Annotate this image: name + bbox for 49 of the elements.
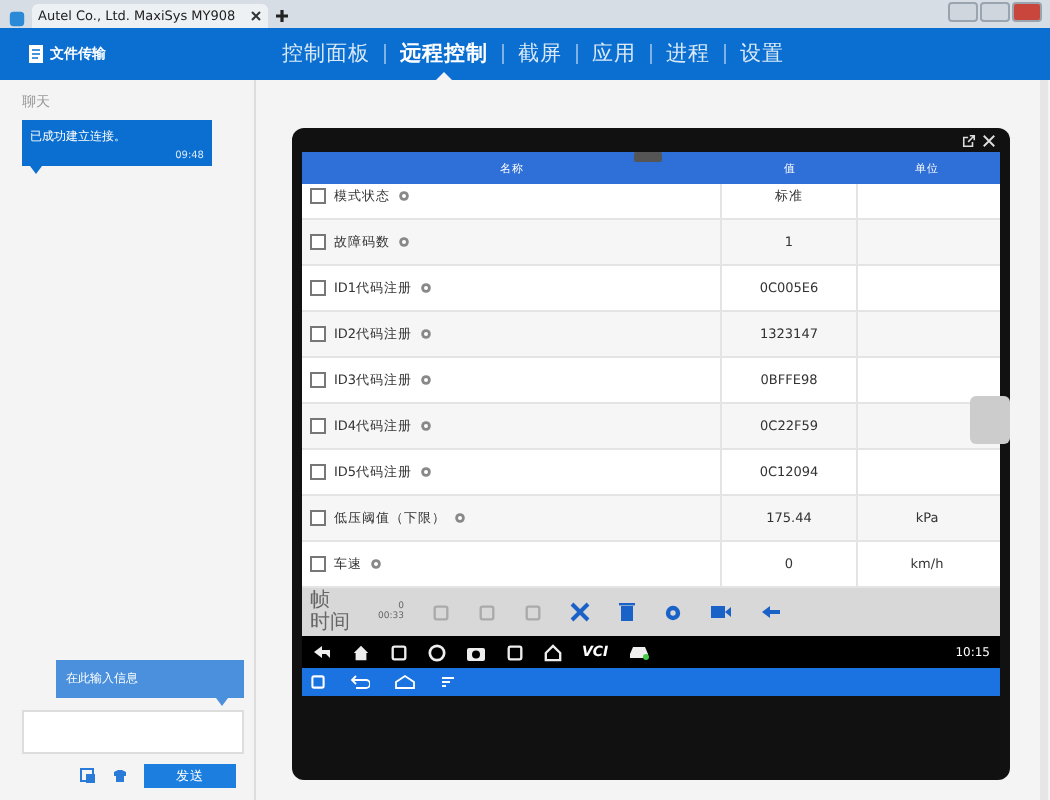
- nav-tab[interactable]: 截屏: [504, 28, 576, 80]
- message-input[interactable]: [22, 710, 244, 754]
- checkbox[interactable]: [310, 188, 326, 204]
- home-icon[interactable]: [352, 643, 370, 661]
- frame-label: 帧: [310, 590, 332, 612]
- checkbox[interactable]: [310, 372, 326, 388]
- drag-handle[interactable]: [634, 152, 662, 162]
- back-arrow-icon[interactable]: [759, 604, 782, 620]
- checkbox[interactable]: [310, 234, 326, 250]
- nav-tab[interactable]: 设置: [726, 28, 798, 80]
- nav-tab[interactable]: 控制面板: [268, 28, 384, 80]
- gear-icon[interactable]: [420, 282, 433, 294]
- app-icon: [8, 10, 26, 28]
- document-icon: [28, 44, 44, 64]
- gear-icon[interactable]: [420, 328, 433, 340]
- gear-icon[interactable]: [370, 558, 382, 570]
- gear-icon[interactable]: [663, 603, 682, 621]
- checkbox[interactable]: [310, 418, 326, 434]
- tools-icon[interactable]: [569, 602, 590, 622]
- checkbox[interactable]: [310, 464, 326, 480]
- back-icon[interactable]: [312, 644, 332, 660]
- screenshot-icon[interactable]: [80, 768, 96, 784]
- car-icon[interactable]: [628, 644, 651, 660]
- gear-icon[interactable]: [420, 420, 433, 432]
- nav-tab[interactable]: 进程: [652, 28, 724, 80]
- time-label: 时间: [310, 612, 350, 634]
- external-link-icon[interactable]: [962, 133, 976, 147]
- gear-icon[interactable]: [420, 374, 433, 386]
- camera-icon[interactable]: [466, 643, 486, 661]
- menu-icon[interactable]: [440, 674, 456, 690]
- gear-icon[interactable]: [454, 512, 466, 524]
- video-camera-icon[interactable]: [709, 604, 732, 620]
- nav-tab[interactable]: 应用: [578, 28, 650, 80]
- house-icon[interactable]: [544, 643, 562, 661]
- trash-icon[interactable]: [617, 602, 636, 622]
- checkbox[interactable]: [310, 280, 326, 296]
- checkbox[interactable]: [310, 326, 326, 342]
- gear-icon[interactable]: [398, 190, 410, 202]
- plus-icon[interactable]: [274, 8, 290, 24]
- nav-tab[interactable]: 远程控制: [386, 28, 502, 80]
- close-icon[interactable]: [250, 10, 262, 22]
- square-icon[interactable]: [310, 674, 326, 690]
- circle-icon[interactable]: [428, 643, 446, 661]
- checkbox[interactable]: [310, 510, 326, 526]
- gear-icon[interactable]: [398, 236, 410, 248]
- checkbox[interactable]: [310, 556, 326, 572]
- close-button[interactable]: [1012, 2, 1042, 22]
- shirt-icon[interactable]: [112, 768, 128, 784]
- gear-icon[interactable]: [420, 466, 433, 478]
